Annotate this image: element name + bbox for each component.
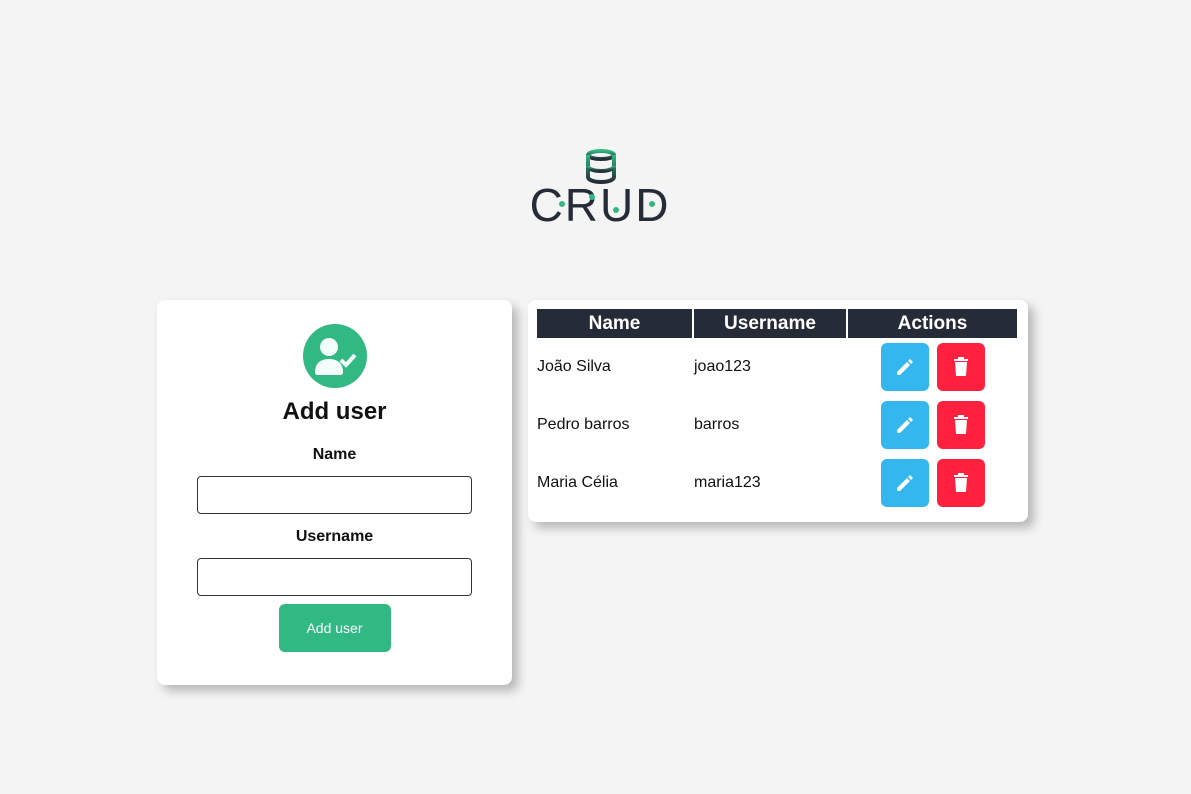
add-user-card: Add user Name Username Add user <box>157 300 512 685</box>
form-title: Add user <box>282 398 387 425</box>
header-username: Username <box>694 309 846 338</box>
actions-cell <box>848 396 1017 454</box>
trash-icon <box>953 473 968 492</box>
user-name: Pedro barros <box>537 416 630 433</box>
svg-text:CRUD: CRUD <box>530 179 670 224</box>
name-input[interactable] <box>197 476 472 514</box>
name-label: Name <box>312 446 357 463</box>
crud-logo: CRUD <box>530 148 670 231</box>
table-row: Maria Célia maria123 <box>537 454 1017 512</box>
users-table: Name Username Actions João Silva joao123… <box>535 309 1019 512</box>
delete-button[interactable] <box>936 401 985 449</box>
delete-button[interactable] <box>936 459 985 507</box>
table-row: Pedro barros barros <box>537 396 1017 454</box>
user-check-icon <box>302 324 367 388</box>
user-username: maria123 <box>694 474 761 491</box>
header-name: Name <box>537 309 692 338</box>
table-row: João Silva joao123 <box>537 338 1017 396</box>
user-username: joao123 <box>694 358 751 375</box>
actions-cell <box>848 454 1017 512</box>
edit-button[interactable] <box>880 343 929 391</box>
username-label: Username <box>295 528 374 545</box>
header-actions: Actions <box>848 309 1017 338</box>
users-table-card: Name Username Actions João Silva joao123… <box>528 300 1028 522</box>
edit-button[interactable] <box>880 401 929 449</box>
user-name: João Silva <box>537 358 611 375</box>
pencil-icon <box>896 475 913 491</box>
actions-cell <box>848 338 1017 396</box>
pencil-icon <box>896 417 913 433</box>
trash-icon <box>953 415 968 434</box>
pencil-icon <box>896 359 913 375</box>
user-username: barros <box>694 416 740 433</box>
delete-button[interactable] <box>936 343 985 391</box>
username-input[interactable] <box>197 558 472 596</box>
trash-icon <box>953 357 968 376</box>
user-name: Maria Célia <box>537 474 618 491</box>
edit-button[interactable] <box>880 459 929 507</box>
add-user-button[interactable]: Add user <box>278 604 391 652</box>
